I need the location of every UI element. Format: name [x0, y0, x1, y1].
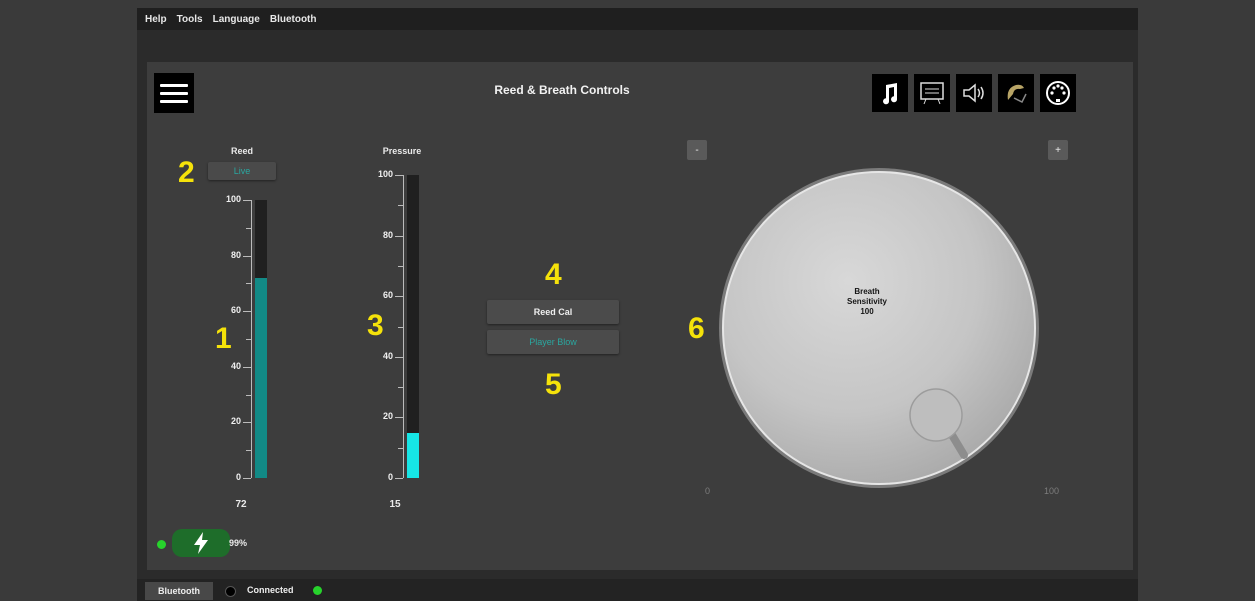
connected-dot	[313, 586, 322, 595]
toolbar-icons	[872, 74, 1076, 112]
annotation-3: 3	[367, 309, 384, 342]
pressure-tick	[395, 235, 403, 237]
pressure-tick	[395, 356, 403, 358]
pressure-axis-line	[403, 175, 404, 478]
reed-tick-label: 80	[230, 249, 241, 260]
reed-tick-label: 0	[235, 472, 241, 482]
pressure-tick	[395, 175, 403, 176]
pressure-tick	[395, 296, 403, 298]
pressure-label: Pressure	[382, 146, 422, 156]
knob-title-line2: Sensitivity	[846, 297, 887, 306]
reed-value: 72	[235, 499, 247, 510]
reed-label: Reed	[230, 146, 253, 156]
app-window: Help Tools Language Bluetooth Reed & Bre…	[137, 8, 1138, 601]
menu-language[interactable]: Language	[213, 14, 260, 25]
knob-label: Breath Sensitivity 100	[797, 287, 937, 317]
reed-tick	[243, 422, 251, 424]
reed-tick	[243, 311, 251, 313]
menu-bar: Help Tools Language Bluetooth	[137, 8, 1138, 30]
performance-icon[interactable]	[998, 74, 1034, 112]
reed-meter-fill	[255, 277, 267, 478]
knob-value: 100	[860, 307, 874, 316]
pressure-value: 15	[389, 499, 401, 510]
pressure-tick	[395, 417, 403, 419]
annotation-1: 1	[215, 322, 232, 355]
menu-help[interactable]: Help	[145, 14, 167, 25]
reed-tick-label: 20	[230, 416, 241, 427]
knob-max-label: 100	[1044, 486, 1060, 496]
live-button[interactable]: Live	[208, 162, 276, 180]
increase-button[interactable]: +	[1048, 140, 1068, 160]
menu-tools[interactable]: Tools	[177, 14, 203, 25]
pressure-meter-fill	[407, 432, 419, 478]
power-status-dot	[157, 540, 166, 549]
pressure-tick	[395, 478, 403, 479]
reed-tick-label: 60	[230, 305, 241, 316]
reed-tick	[243, 366, 251, 368]
annotation-4: 4	[545, 258, 562, 291]
music-note-icon[interactable]	[872, 74, 908, 112]
player-blow-button[interactable]: Player Blow	[487, 330, 619, 354]
annotation-5: 5	[545, 368, 562, 401]
reed-tick	[243, 255, 251, 257]
status-bar: Bluetooth Connected	[137, 579, 1138, 601]
decrease-button[interactable]: -	[687, 140, 707, 160]
panel-title: Reed & Breath Controls	[494, 83, 630, 97]
connection-status: Connected	[247, 585, 294, 595]
knob-min-label: 0	[705, 486, 711, 496]
battery-percent: 99%	[229, 538, 248, 548]
reed-tick	[243, 200, 251, 201]
pressure-meter	[407, 175, 419, 478]
bluetooth-tab[interactable]: Bluetooth	[145, 582, 213, 600]
reed-tick-label: 100	[225, 194, 241, 204]
menu-bluetooth[interactable]: Bluetooth	[270, 14, 317, 25]
breath-sensitivity-knob[interactable]	[714, 163, 1044, 493]
annotation-6: 6	[688, 312, 705, 345]
pressure-tick-label: 60	[382, 290, 393, 301]
pressure-tick-label: 100	[377, 169, 393, 179]
reed-axis-line	[251, 200, 252, 478]
pressure-tick-label: 40	[382, 350, 393, 361]
reed-cal-button[interactable]: Reed Cal	[487, 300, 619, 324]
reed-tick-label: 40	[230, 360, 241, 371]
speaker-icon[interactable]	[956, 74, 992, 112]
knob-title-line1: Breath	[854, 287, 880, 296]
reed-meter	[255, 200, 267, 478]
display-icon[interactable]	[914, 74, 950, 112]
reed-tick	[243, 478, 251, 479]
reed-breath-panel: Reed & Breath Controls Reed Live 100 80 60…	[147, 62, 1133, 570]
battery-icon	[172, 529, 230, 557]
connection-indicator-off	[225, 586, 236, 597]
pressure-tick-label: 0	[387, 472, 393, 482]
pressure-tick-label: 20	[382, 411, 393, 422]
midi-port-icon[interactable]	[1040, 74, 1076, 112]
hamburger-menu-button[interactable]	[154, 73, 194, 113]
annotation-2: 2	[178, 156, 195, 189]
pressure-tick-label: 80	[382, 229, 393, 240]
